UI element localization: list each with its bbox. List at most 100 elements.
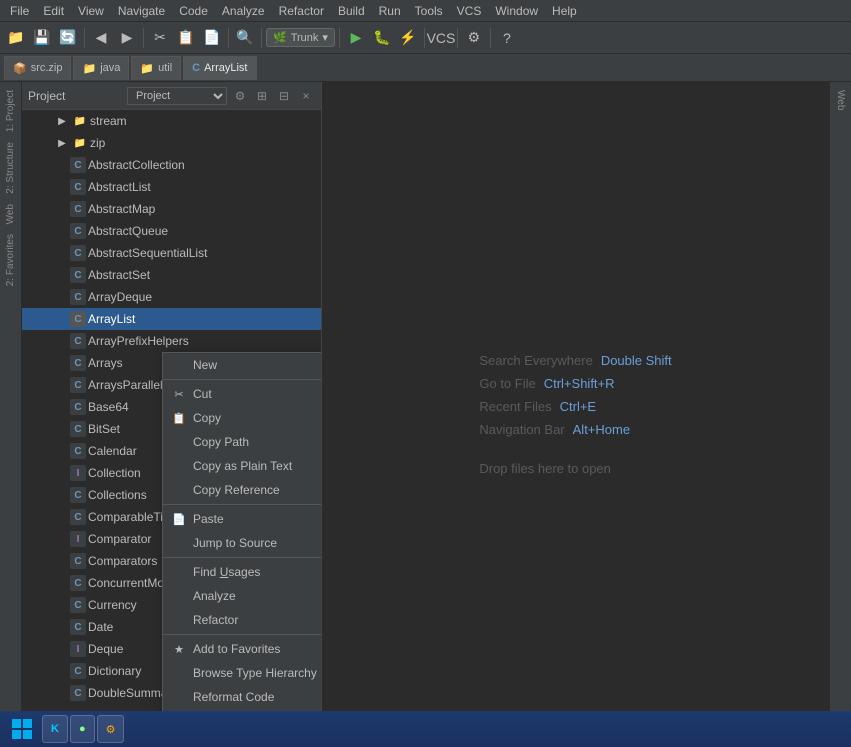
search-everywhere-label: Search Everywhere <box>479 353 592 368</box>
menu-addtofavorites[interactable]: ★ Add to Favorites ▶ <box>163 637 322 661</box>
taskbar-k[interactable]: K <box>42 715 68 743</box>
tree-item-stream[interactable]: ▶ 📁 stream <box>22 110 321 132</box>
toolbar-save[interactable]: 💾 <box>30 26 54 50</box>
strip-favorites[interactable]: 2: Favorites <box>3 230 18 290</box>
hierarchy-icon <box>171 665 187 681</box>
class-icon-abstractset: C <box>70 267 86 283</box>
tree-item-abstractsequentiallist[interactable]: C AbstractSequentialList <box>22 242 321 264</box>
menu-code[interactable]: Code <box>173 2 214 20</box>
toolbar-settings[interactable]: ⚙ <box>462 26 486 50</box>
paste-icon: 📄 <box>171 511 187 527</box>
windows-logo-icon <box>10 717 34 741</box>
menu-edit[interactable]: Edit <box>37 2 70 20</box>
toolbar-sync[interactable]: 🔄 <box>56 26 80 50</box>
jump-icon <box>171 535 187 551</box>
tab-util-label: util <box>158 62 172 74</box>
class-icon-abstractlist: C <box>70 179 86 195</box>
tree-item-abstractlist[interactable]: C AbstractList <box>22 176 321 198</box>
menu-tools[interactable]: Tools <box>409 2 449 20</box>
class-icon-arraylist: C <box>70 311 86 327</box>
tab-arraylist[interactable]: C ArrayList <box>183 56 256 80</box>
toolbar-forward[interactable]: ▶ <box>115 26 139 50</box>
menu-refactor[interactable]: Refactor <box>273 2 330 20</box>
toolbar-copy[interactable]: 📋 <box>174 26 198 50</box>
menu-bar: File Edit View Navigate Code Analyze Ref… <box>0 0 851 22</box>
proj-collapse[interactable]: ⊟ <box>275 87 293 105</box>
goto-file-label: Go to File <box>479 376 535 391</box>
strip-project[interactable]: 1: Project <box>3 86 18 136</box>
cut-icon: ✂ <box>171 386 187 402</box>
menu-findusages[interactable]: Find Usages Ctrl+G <box>163 560 322 584</box>
toolbar-back[interactable]: ◀ <box>89 26 113 50</box>
taskbar-circle[interactable]: ● <box>70 715 95 743</box>
toolbar-find[interactable]: 🔍 <box>233 26 257 50</box>
menu-browsetypehierarchy[interactable]: Browse Type Hierarchy F4 <box>163 661 322 685</box>
tab-srczip[interactable]: 📦 src.zip <box>4 56 71 80</box>
menu-analyze[interactable]: Analyze <box>216 2 271 20</box>
menu-copyreference[interactable]: Copy Reference Ctrl+Alt+Shift+C <box>163 478 322 502</box>
menu-run[interactable]: Run <box>373 2 407 20</box>
strip-web-right[interactable]: Web <box>833 86 848 114</box>
proj-close[interactable]: × <box>297 87 315 105</box>
tree-item-zip[interactable]: ▶ 📁 zip <box>22 132 321 154</box>
menu-copy[interactable]: 📋 Copy Ctrl+C <box>163 406 322 430</box>
tab-java[interactable]: 📁 java <box>73 56 129 80</box>
stream-folder-icon: 📁 <box>72 113 88 129</box>
toolbar-sep5 <box>339 28 340 48</box>
toolbar-run[interactable]: ▶ <box>344 26 368 50</box>
menu-view[interactable]: View <box>72 2 110 20</box>
menu-navigate[interactable]: Navigate <box>112 2 171 20</box>
tab-arraylist-icon: C <box>192 62 200 74</box>
tree-item-abstractqueue[interactable]: C AbstractQueue <box>22 220 321 242</box>
menu-jumptosource[interactable]: Jump to Source F12 <box>163 531 322 555</box>
tree-item-arrayprefixhelpers[interactable]: C ArrayPrefixHelpers <box>22 330 321 352</box>
menu-window[interactable]: Window <box>489 2 544 20</box>
menu-help[interactable]: Help <box>546 2 583 20</box>
project-scope-select[interactable]: Project <box>127 87 227 105</box>
proj-expand[interactable]: ⊞ <box>253 87 271 105</box>
menu-paste[interactable]: 📄 Paste Ctrl+V <box>163 507 322 531</box>
tree-item-arraydeque[interactable]: C ArrayDeque <box>22 286 321 308</box>
class-icon-abstractsequentiallist: C <box>70 245 86 261</box>
toolbar-sep6 <box>424 28 425 48</box>
menu-copyasplaintext[interactable]: Copy as Plain Text <box>163 454 322 478</box>
tree-item-abstractmap[interactable]: C AbstractMap <box>22 198 321 220</box>
menu-refactor[interactable]: Refactor ▶ <box>163 608 322 632</box>
new-icon <box>171 357 187 373</box>
tree-item-abstractset[interactable]: C AbstractSet <box>22 264 321 286</box>
toolbar-debug[interactable]: 🐛 <box>370 26 394 50</box>
proj-gear[interactable]: ⚙ <box>231 87 249 105</box>
toolbar: 📁 💾 🔄 ◀ ▶ ✂ 📋 📄 🔍 🌿 Trunk ▾ ▶ 🐛 ⚡ VCS ⚙ … <box>0 22 851 54</box>
toolbar-sep7 <box>457 28 458 48</box>
start-button[interactable] <box>4 711 40 747</box>
tab-util[interactable]: 📁 util <box>131 56 181 80</box>
toolbar-cut[interactable]: ✂ <box>148 26 172 50</box>
toolbar-trunk[interactable]: 🌿 Trunk ▾ <box>266 28 335 47</box>
toolbar-folder[interactable]: 📁 <box>4 26 28 50</box>
strip-structure[interactable]: 2: Structure <box>3 138 18 198</box>
class-icon-arrayprefixhelpers: C <box>70 333 86 349</box>
toolbar-vcs[interactable]: VCS <box>429 26 453 50</box>
toolbar-paste[interactable]: 📄 <box>200 26 224 50</box>
trunk-icon: 🌿 <box>273 31 287 44</box>
strip-web[interactable]: Web <box>3 200 18 228</box>
taskbar-settings[interactable]: ⚙ <box>97 715 125 743</box>
tree-item-arraylist[interactable]: C ArrayList <box>22 308 321 330</box>
menu-analyze[interactable]: Analyze ▶ <box>163 584 322 608</box>
toolbar-help[interactable]: ? <box>495 26 519 50</box>
left-side-strip: 1: Project 2: Structure Web 2: Favorites <box>0 82 22 747</box>
menu-file[interactable]: File <box>4 2 35 20</box>
navbar-key: Alt+Home <box>573 422 630 437</box>
menu-cut[interactable]: ✂ Cut Ctrl+X <box>163 382 322 406</box>
menu-copypath[interactable]: Copy Path Ctrl+Shift+C <box>163 430 322 454</box>
menu-vcs[interactable]: VCS <box>451 2 488 20</box>
sep1 <box>163 379 322 380</box>
menu-reformatcode[interactable]: Reformat Code Ctrl+Alt+L <box>163 685 322 709</box>
class-icon-bitset: C <box>70 421 86 437</box>
class-icon-arraysparallel: C <box>70 377 86 393</box>
menu-build[interactable]: Build <box>332 2 371 20</box>
tree-item-abstractcollection[interactable]: C AbstractCollection <box>22 154 321 176</box>
taskbar: K ● ⚙ <box>0 711 851 747</box>
toolbar-profile[interactable]: ⚡ <box>396 26 420 50</box>
menu-new[interactable]: New ▶ <box>163 353 322 377</box>
